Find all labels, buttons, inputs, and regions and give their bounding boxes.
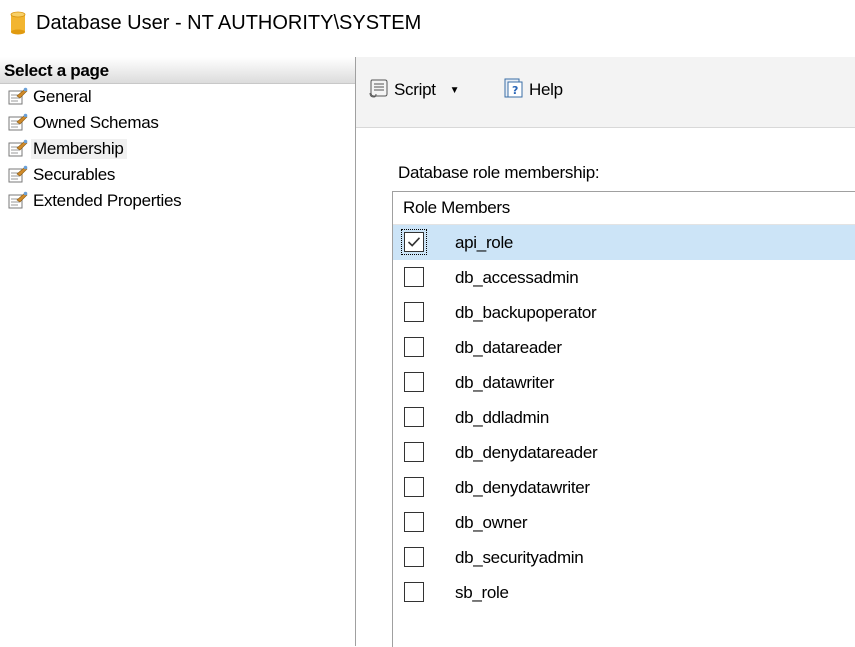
role-members-grid: Role Members api_role db_accessadmin db_…	[392, 191, 855, 647]
check-icon	[407, 237, 421, 247]
role-checkbox[interactable]	[404, 372, 424, 392]
toolbar: Script ▼ ? Help	[356, 57, 855, 128]
role-name: db_securityadmin	[455, 548, 584, 567]
sidebar-item-owned-schemas[interactable]: Owned Schemas	[0, 110, 355, 136]
role-name: db_accessadmin	[455, 268, 579, 287]
sidebar-item-general[interactable]: General	[0, 84, 355, 110]
role-row-db-denydatareader[interactable]: db_denydatareader	[393, 435, 855, 470]
select-page-title: Select a page	[4, 61, 109, 80]
sidebar-item-extended-properties[interactable]: Extended Properties	[0, 188, 355, 214]
role-row-db-datareader[interactable]: db_datareader	[393, 330, 855, 365]
select-page-header: Select a page	[0, 57, 355, 84]
role-checkbox[interactable]	[404, 477, 424, 497]
page-list: General Owned Schemas Membership Securab…	[0, 84, 355, 214]
script-label: Script	[394, 80, 436, 99]
chevron-down-icon[interactable]: ▼	[450, 85, 460, 96]
role-name: db_datawriter	[455, 373, 555, 392]
role-name: sb_role	[455, 583, 509, 602]
sidebar-item-label: Extended Properties	[33, 191, 182, 210]
role-members-header-label: Role Members	[403, 198, 510, 217]
membership-panel: Script ▼ ? Help Database role membership…	[356, 57, 855, 647]
svg-text:?: ?	[512, 84, 518, 97]
page-wrench-icon	[8, 165, 28, 188]
role-name: db_ddladmin	[455, 408, 550, 427]
help-icon: ?	[503, 77, 525, 104]
role-row-sb-role[interactable]: sb_role	[393, 575, 855, 610]
role-name: db_datareader	[455, 338, 562, 357]
role-checkbox[interactable]	[401, 229, 427, 255]
role-name: db_owner	[455, 513, 528, 532]
database-icon	[10, 11, 26, 40]
help-button[interactable]: ? Help	[503, 76, 563, 104]
help-label: Help	[529, 80, 563, 99]
role-checkbox[interactable]	[404, 337, 424, 357]
sidebar-item-membership[interactable]: Membership	[0, 136, 355, 162]
role-membership-label: Database role membership:	[398, 163, 600, 182]
script-button[interactable]: Script ▼	[368, 76, 460, 104]
window-title: Database User - NT AUTHORITY\SYSTEM	[36, 12, 422, 34]
role-members-header[interactable]: Role Members	[393, 192, 855, 225]
role-checkbox[interactable]	[404, 512, 424, 532]
script-icon	[368, 77, 390, 104]
role-name: db_denydatawriter	[455, 478, 590, 497]
page-wrench-icon	[8, 113, 28, 136]
page-wrench-icon	[8, 139, 28, 162]
page-wrench-icon	[8, 191, 28, 214]
role-row-db-backupoperator[interactable]: db_backupoperator	[393, 295, 855, 330]
role-checkbox[interactable]	[404, 407, 424, 427]
role-row-api-role[interactable]: api_role	[393, 225, 855, 260]
role-checkbox[interactable]	[404, 267, 424, 287]
select-page-panel: Select a page General Owned Schemas Memb…	[0, 57, 355, 646]
role-name: api_role	[455, 233, 514, 252]
role-checkbox[interactable]	[404, 547, 424, 567]
title-bar: Database User - NT AUTHORITY\SYSTEM	[0, 0, 855, 50]
role-checkbox[interactable]	[404, 442, 424, 462]
role-checkbox[interactable]	[404, 302, 424, 322]
sidebar-item-label: General	[33, 87, 92, 106]
role-name: db_denydatareader	[455, 443, 598, 462]
sidebar-item-label: Membership	[31, 139, 127, 159]
role-checkbox[interactable]	[404, 582, 424, 602]
sidebar-item-securables[interactable]: Securables	[0, 162, 355, 188]
role-row-db-ddladmin[interactable]: db_ddladmin	[393, 400, 855, 435]
role-row-db-accessadmin[interactable]: db_accessadmin	[393, 260, 855, 295]
role-row-db-owner[interactable]: db_owner	[393, 505, 855, 540]
role-row-db-securityadmin[interactable]: db_securityadmin	[393, 540, 855, 575]
role-row-db-datawriter[interactable]: db_datawriter	[393, 365, 855, 400]
page-wrench-icon	[8, 87, 28, 110]
role-row-db-denydatawriter[interactable]: db_denydatawriter	[393, 470, 855, 505]
sidebar-item-label: Owned Schemas	[33, 113, 159, 132]
sidebar-item-label: Securables	[33, 165, 116, 184]
role-name: db_backupoperator	[455, 303, 597, 322]
